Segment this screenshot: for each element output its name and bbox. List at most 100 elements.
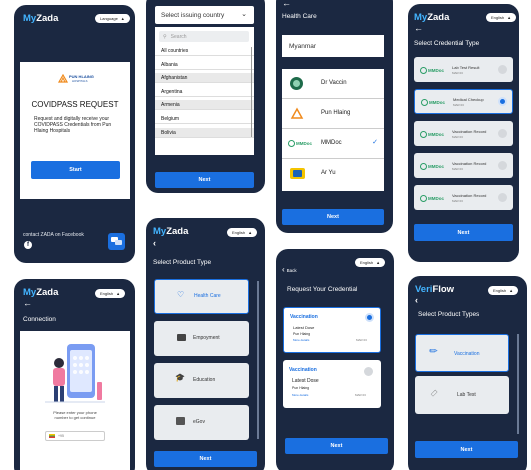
country-option[interactable]: Belgium (155, 114, 254, 124)
language-select[interactable]: English ▲ (486, 13, 517, 22)
phone-health-care: ← Health Care Myanmar Dr Vaccin Pun Hlai… (276, 0, 393, 233)
country-option[interactable]: Afghanistan (155, 73, 254, 83)
back-label: Back (286, 267, 297, 273)
start-button[interactable]: Start (31, 161, 120, 179)
credential-name: Medical Checkup (453, 97, 484, 102)
phone-covidpass-request: MyZada Language ▲ PUN HLAING HOSPITALS CO… (14, 5, 135, 263)
back-arrow-icon[interactable]: ← (282, 0, 291, 8)
product-option[interactable]: 🎓 Education (154, 363, 249, 398)
credential-date: MAR 03 (452, 199, 463, 203)
credential-option[interactable]: MMDoc Vaccination Record MAR 03 (414, 121, 513, 146)
page-title: Request Your Credential (287, 286, 358, 293)
language-select[interactable]: English ▲ (227, 228, 258, 237)
language-select[interactable]: English ▲ (95, 289, 126, 298)
credential-radio[interactable] (364, 367, 373, 376)
credential-request-item[interactable]: Vaccination Latest Dose Pun Hlaing More … (283, 360, 381, 408)
chat-button[interactable] (108, 233, 125, 250)
page-title: COVIDPASS REQUEST (31, 100, 119, 109)
provider-name: Pun Hlaing (321, 110, 351, 116)
next-button-label: Next (198, 177, 211, 183)
country-search-input[interactable]: ⚲ Search (159, 31, 249, 42)
credential-radio[interactable] (498, 193, 507, 202)
country-option[interactable]: Albania (155, 60, 254, 70)
next-button[interactable]: Next (285, 438, 388, 454)
next-button[interactable]: Next (282, 209, 384, 225)
credential-name: Vaccination Record (452, 129, 487, 134)
chevron-up-icon: ▲ (120, 16, 125, 21)
credential-name: Vaccination Record (452, 161, 487, 166)
country-select[interactable]: Select issuing country ⌄ (155, 6, 254, 24)
product-option[interactable]: Empoyment (154, 321, 249, 356)
back-arrow-icon[interactable]: ← (414, 23, 423, 33)
phone-country-select: Select issuing country ⌄ ⚲ Search All co… (146, 0, 265, 193)
product-option[interactable]: eGov (154, 405, 249, 440)
provider-item[interactable]: Pun Hlaing (282, 99, 384, 129)
request-description: Request and digitally receive your COVID… (34, 116, 112, 134)
product-option-selected[interactable]: ♡ Health Care (154, 279, 249, 314)
credential-option[interactable]: MMDoc Lab Test Result MAR 03 (414, 57, 513, 82)
chevron-up-icon: ▲ (116, 291, 121, 296)
syringe-icon: ✎ (427, 344, 442, 359)
credential-radio[interactable] (498, 161, 507, 170)
credential-radio[interactable] (498, 129, 507, 138)
credential-radio[interactable] (498, 97, 507, 106)
back-chevron-icon[interactable]: ‹ (415, 295, 418, 305)
language-select[interactable]: English ▲ (488, 286, 519, 295)
dropdown-scrollbar[interactable] (250, 47, 252, 137)
credential-option-selected[interactable]: MMDoc Medical Checkup MAR 03 (414, 89, 513, 114)
credential-dose: Latest Dose (292, 378, 319, 384)
language-select[interactable]: Language ▲ (95, 14, 130, 23)
product-option[interactable]: ⌷ Lab Test (415, 376, 509, 414)
product-scrollbar[interactable] (517, 334, 519, 434)
page-title: Select Product Types (418, 311, 480, 318)
more-details-link[interactable]: More details (293, 338, 309, 342)
phone-prompt-text: Please enter your phone number to get co… (53, 410, 97, 420)
credential-radio[interactable] (365, 313, 374, 322)
product-label: Empoyment (193, 335, 220, 341)
country-option[interactable]: Bolivia (155, 128, 254, 138)
provider-item-selected[interactable]: MMDoc MMDoc ✓ (282, 129, 384, 159)
provider-item[interactable]: Ar Yu (282, 159, 384, 189)
phone-veriflow-product-types: VeriFlow English ▲ ‹ Select Product Types… (408, 276, 527, 470)
screens-collage: MyZada Language ▲ PUN HLAING HOSPITALS CO… (0, 0, 531, 470)
product-option-selected[interactable]: ✎ Vaccination (415, 334, 509, 372)
country-option[interactable]: Armenia (155, 100, 254, 110)
credential-request-item-selected[interactable]: Vaccination Latest Dose Pun Hlaing More … (283, 307, 381, 353)
provider-item[interactable]: Dr Vaccin (282, 69, 384, 99)
chevron-up-icon: ▲ (509, 288, 514, 293)
logo-my: My (23, 13, 37, 24)
country-option[interactable]: Argentina (155, 87, 254, 97)
credential-date: MAR 03 (453, 103, 464, 107)
back-chevron-icon[interactable]: ‹ (153, 238, 156, 248)
phone-number-input[interactable]: +95 (45, 431, 105, 441)
provider-name: Dr Vaccin (321, 80, 347, 86)
pun-hlaing-logo-icon (290, 107, 304, 119)
credential-date: MAR 03 (452, 135, 463, 139)
back-arrow-icon[interactable]: ← (23, 298, 32, 308)
credential-date: MAR 03 (356, 338, 367, 342)
credential-radio[interactable] (498, 65, 507, 74)
next-button[interactable]: Next (415, 441, 518, 458)
language-select[interactable]: English ▲ (355, 258, 386, 267)
phone-number-placeholder: +95 (58, 434, 64, 438)
facebook-icon[interactable]: f (24, 241, 32, 249)
government-icon (176, 417, 185, 425)
more-details-link[interactable]: More details (292, 393, 308, 397)
country-option[interactable]: All countries (155, 46, 254, 56)
back-link[interactable]: ‹ Back (282, 266, 297, 274)
chevron-down-icon: ⌄ (241, 11, 247, 18)
next-button[interactable]: Next (154, 451, 257, 467)
chevron-up-icon: ▲ (507, 15, 512, 20)
language-label: English (100, 291, 114, 296)
country-field[interactable]: Myanmar (282, 35, 384, 57)
credential-option[interactable]: MMDoc Vaccination Record MAR 03 (414, 185, 513, 210)
credential-name: Vaccination Record (452, 193, 487, 198)
hospital-logo: PUN HLAING HOSPITALS (58, 73, 94, 87)
next-button[interactable]: Next (414, 224, 513, 241)
product-label: Vaccination (454, 351, 480, 357)
credential-option[interactable]: MMDoc Vaccination Record MAR 03 (414, 153, 513, 178)
next-button[interactable]: Next (155, 172, 254, 188)
chat-bubbles-icon (111, 237, 122, 245)
start-button-label: Start (69, 167, 82, 173)
product-scrollbar[interactable] (257, 281, 259, 439)
